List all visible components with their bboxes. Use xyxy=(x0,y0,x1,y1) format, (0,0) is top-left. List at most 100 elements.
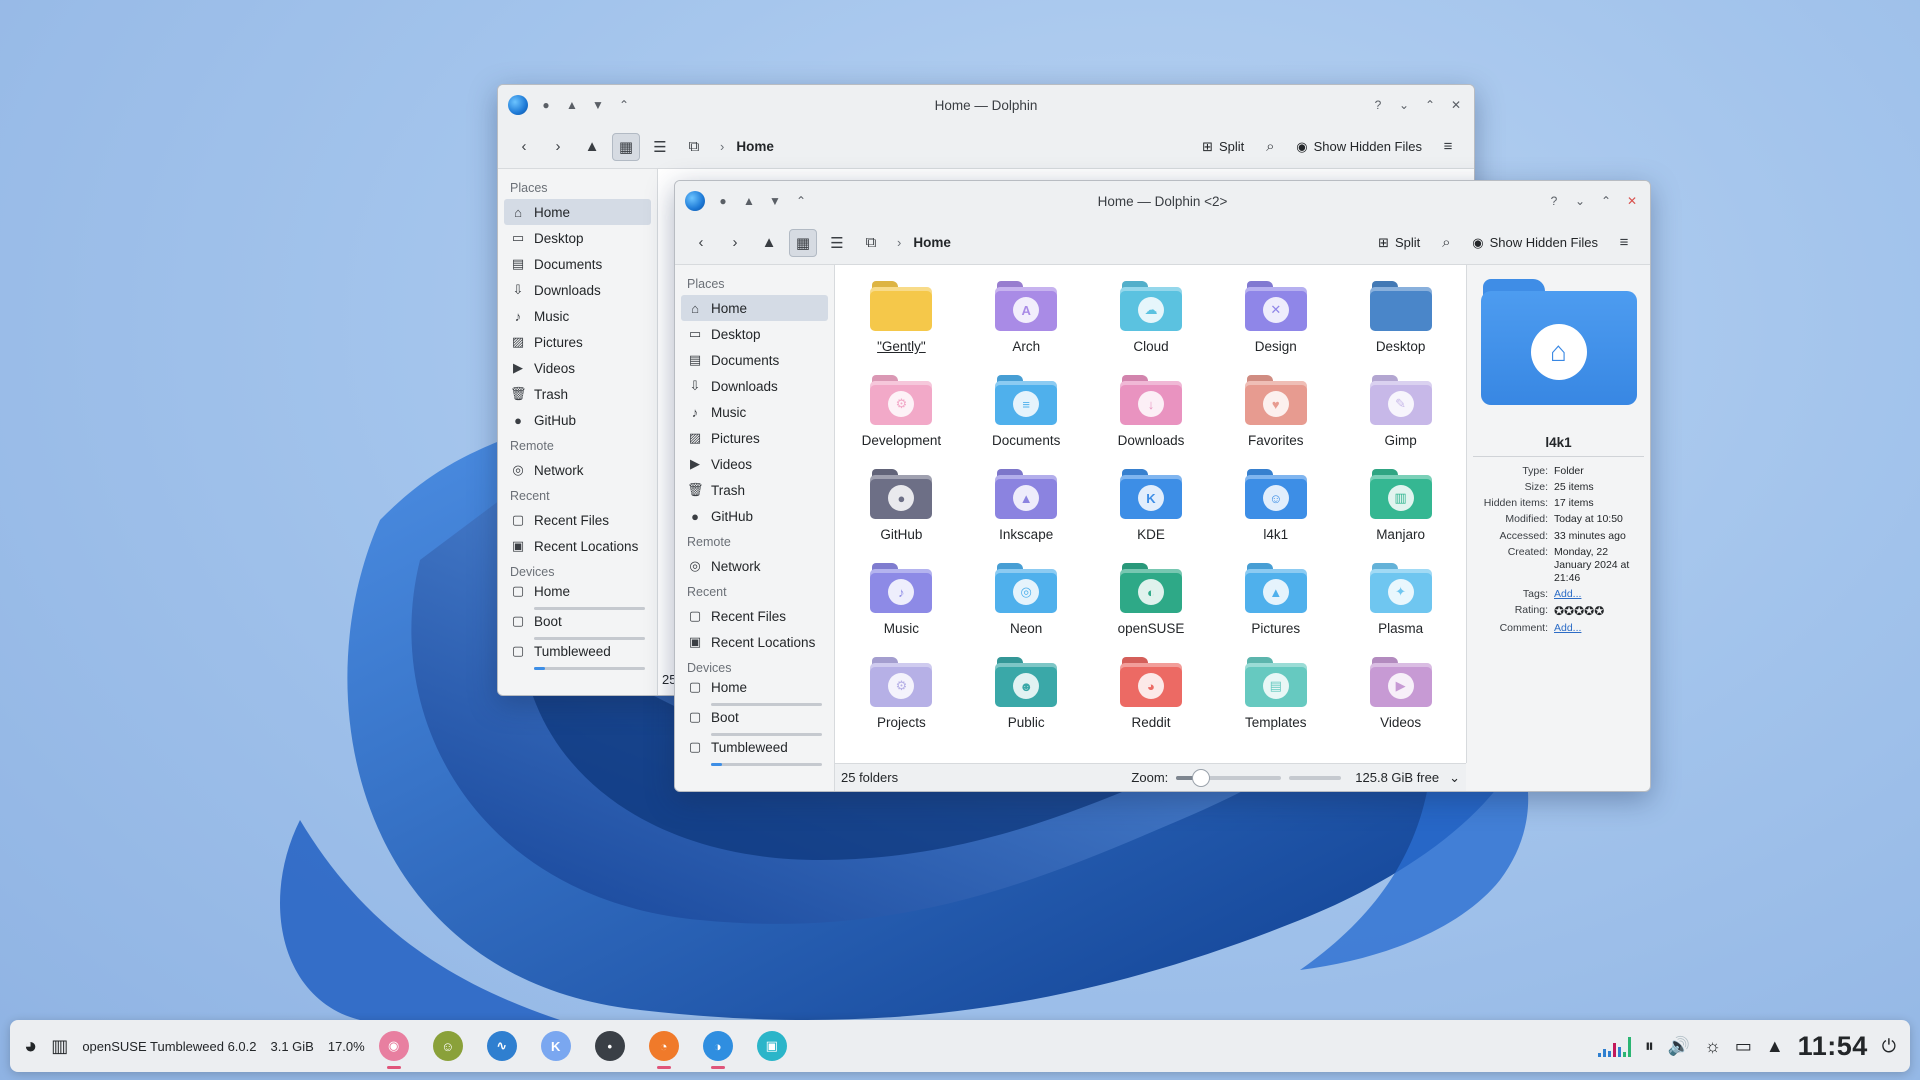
search-icon[interactable]: ⌕ xyxy=(1256,133,1284,161)
shade-icon[interactable]: ⌃ xyxy=(616,97,632,113)
folder-item[interactable]: ▶ Videos xyxy=(1338,653,1463,747)
forward-icon[interactable]: › xyxy=(721,229,749,257)
hamburger-menu-icon[interactable]: ≡ xyxy=(1610,229,1638,257)
folder-item[interactable]: ◐ openSUSE xyxy=(1089,559,1214,653)
folder-item[interactable]: ♥ Favorites xyxy=(1213,371,1338,465)
folder-item[interactable]: ✕ Design xyxy=(1213,277,1338,371)
icons-view-icon[interactable]: ▦ xyxy=(789,228,817,257)
minimize-icon[interactable]: ⌄ xyxy=(1572,193,1588,209)
media-pause-icon[interactable]: ⏸ xyxy=(1645,1036,1654,1057)
folder-item[interactable]: "Gently" xyxy=(839,277,964,371)
keep-above-icon[interactable]: ▲ xyxy=(741,193,757,209)
zoom-control[interactable]: Zoom: xyxy=(1131,768,1342,787)
folder-item[interactable]: ↓ Downloads xyxy=(1089,371,1214,465)
tray-expand-icon[interactable]: ▲ xyxy=(1766,1036,1784,1057)
device-item-boot[interactable]: ▢ Boot xyxy=(681,709,828,739)
sidebar-item-network[interactable]: ◎ Network xyxy=(681,553,828,579)
maximize-icon[interactable]: ⌃ xyxy=(1422,97,1438,113)
folder-item[interactable]: ⚙ Development xyxy=(839,371,964,465)
split-button[interactable]: ⊞ Split xyxy=(1372,229,1426,257)
folder-item[interactable]: ☺ l4k1 xyxy=(1213,465,1338,559)
breadcrumb[interactable]: Home xyxy=(913,235,951,250)
sidebar-item-home[interactable]: ⌂ Home xyxy=(504,199,651,225)
show-hidden-files-button[interactable]: ◉ Show Hidden Files xyxy=(1466,229,1604,257)
folder-item[interactable]: ◎ Neon xyxy=(964,559,1089,653)
device-item-tumbleweed[interactable]: ▢ Tumbleweed xyxy=(504,643,651,673)
sidebar-item-network[interactable]: ◎ Network xyxy=(504,457,651,483)
pin-icon[interactable]: ● xyxy=(538,97,554,113)
folder-item[interactable]: ✎ Gimp xyxy=(1338,371,1463,465)
back-icon[interactable]: ‹ xyxy=(510,133,538,161)
details-view-icon[interactable]: ☰ xyxy=(646,133,674,161)
device-item-boot[interactable]: ▢ Boot xyxy=(504,613,651,643)
sidebar-item-videos[interactable]: ▶ Videos xyxy=(681,451,828,477)
display-icon[interactable]: ▭ xyxy=(1735,1036,1752,1057)
show-hidden-files-button[interactable]: ◉ Show Hidden Files xyxy=(1290,133,1428,161)
sidebar-item-downloads[interactable]: ⇩ Downloads xyxy=(681,373,828,399)
chevron-down-icon[interactable]: ⌄ xyxy=(1449,770,1460,786)
kde-app-icon[interactable]: K xyxy=(540,1031,571,1061)
folder-item[interactable]: K KDE xyxy=(1089,465,1214,559)
sticker-app-icon[interactable]: ◉ xyxy=(378,1031,409,1069)
sidebar-item-github[interactable]: ● GitHub xyxy=(504,407,651,433)
geeko-app-icon[interactable]: ☺ xyxy=(432,1031,463,1061)
forward-icon[interactable]: › xyxy=(544,133,572,161)
minimize-icon[interactable]: ⌄ xyxy=(1396,97,1412,113)
up-icon[interactable]: ▲ xyxy=(755,229,783,257)
compact-view-icon[interactable]: ⧉ xyxy=(857,229,885,257)
sidebar-item-documents[interactable]: ▤ Documents xyxy=(681,347,828,373)
sidebar-item-pictures[interactable]: ▨ Pictures xyxy=(681,425,828,451)
shade-icon[interactable]: ⌃ xyxy=(793,193,809,209)
hamburger-menu-icon[interactable]: ≡ xyxy=(1434,133,1462,161)
folder-item[interactable]: Desktop xyxy=(1338,277,1463,371)
details-view-icon[interactable]: ☰ xyxy=(823,229,851,257)
clock[interactable]: 11:54 xyxy=(1798,1031,1868,1062)
sidebar-item-trash[interactable]: 🗑 Trash xyxy=(504,381,651,407)
sidebar-item-videos[interactable]: ▶ Videos xyxy=(504,355,651,381)
sidebar-item-recent-files[interactable]: ▢ Recent Files xyxy=(504,507,651,533)
tags-add-link[interactable]: Add... xyxy=(1554,588,1644,601)
power-icon[interactable]: ⏻ xyxy=(1882,1036,1896,1057)
help-icon[interactable]: ? xyxy=(1546,193,1562,209)
device-item-home[interactable]: ▢ Home xyxy=(504,583,651,613)
folder-item[interactable]: ☁ Cloud xyxy=(1089,277,1214,371)
up-icon[interactable]: ▲ xyxy=(578,133,606,161)
folder-item[interactable]: ≡ Documents xyxy=(964,371,1089,465)
folder-item[interactable]: ◕ Reddit xyxy=(1089,653,1214,747)
sidebar-item-recent-locations[interactable]: ▣ Recent Locations xyxy=(681,629,828,655)
folder-item[interactable]: ▤ Templates xyxy=(1213,653,1338,747)
monitor-app-icon[interactable]: ∿ xyxy=(486,1031,517,1061)
folder-item[interactable]: A Arch xyxy=(964,277,1089,371)
brightness-icon[interactable]: ☼ xyxy=(1704,1036,1721,1057)
search-icon[interactable]: ⌕ xyxy=(1432,229,1460,257)
device-item-home[interactable]: ▢ Home xyxy=(681,679,828,709)
comment-add-link[interactable]: Add... xyxy=(1554,622,1644,635)
split-button[interactable]: ⊞ Split xyxy=(1196,133,1250,161)
icons-view-icon[interactable]: ▦ xyxy=(612,132,640,161)
firefox-app-icon[interactable]: ◔ xyxy=(648,1031,679,1069)
volume-icon[interactable]: 🔊 xyxy=(1668,1036,1690,1057)
pin-icon[interactable]: ● xyxy=(715,193,731,209)
sidebar-item-recent-files[interactable]: ▢ Recent Files xyxy=(681,603,828,629)
folder-item[interactable]: ☻ Public xyxy=(964,653,1089,747)
sidebar-item-home[interactable]: ⌂ Home xyxy=(681,295,828,321)
maximize-icon[interactable]: ⌃ xyxy=(1598,193,1614,209)
sidebar-item-pictures[interactable]: ▨ Pictures xyxy=(504,329,651,355)
sidebar-item-recent-locations[interactable]: ▣ Recent Locations xyxy=(504,533,651,559)
back-icon[interactable]: ‹ xyxy=(687,229,715,257)
sidebar-item-desktop[interactable]: ▭ Desktop xyxy=(681,321,828,347)
keep-below-icon[interactable]: ▼ xyxy=(767,193,783,209)
folder-item[interactable]: ▲ Pictures xyxy=(1213,559,1338,653)
folder-item[interactable]: ▲ Inkscape xyxy=(964,465,1089,559)
folder-item[interactable]: ⚙ Projects xyxy=(839,653,964,747)
close-icon[interactable]: ✕ xyxy=(1448,97,1464,113)
folder-item[interactable]: ▥ Manjaro xyxy=(1338,465,1463,559)
pager-icon[interactable]: ▥ xyxy=(51,1036,68,1057)
application-launcher-icon[interactable]: ◕ xyxy=(24,1033,37,1059)
device-item-tumbleweed[interactable]: ▢ Tumbleweed xyxy=(681,739,828,769)
rating-stars[interactable]: ✪✪✪✪✪ xyxy=(1554,604,1644,619)
compact-view-icon[interactable]: ⧉ xyxy=(680,133,708,161)
sidebar-item-desktop[interactable]: ▭ Desktop xyxy=(504,225,651,251)
titlebar[interactable]: ● ▲ ▼ ⌃ Home — Dolphin <2> ? ⌄ ⌃ ✕ xyxy=(675,181,1650,221)
breadcrumb[interactable]: Home xyxy=(736,139,774,154)
